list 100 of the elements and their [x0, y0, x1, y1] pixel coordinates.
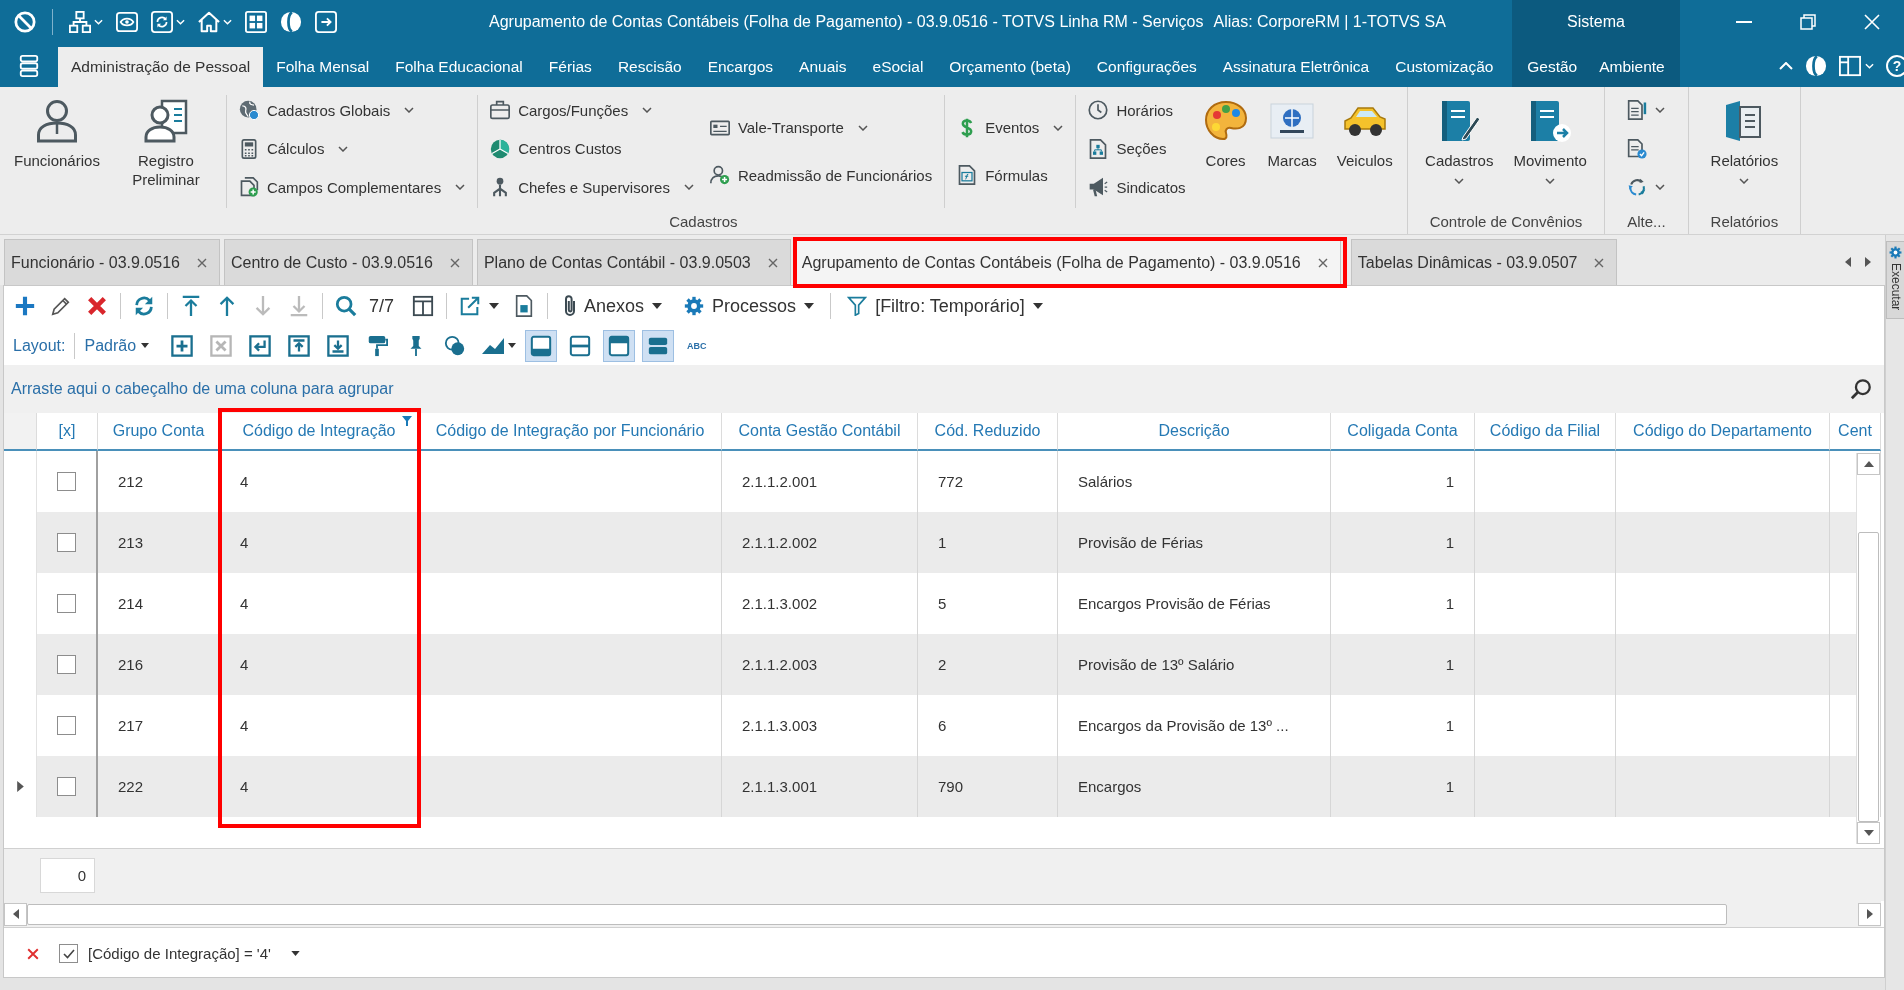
recycle-icon [1627, 177, 1648, 197]
column-header[interactable]: Cent [1830, 413, 1881, 451]
menu-tab[interactable]: Férias [535, 47, 605, 87]
ribbon-button[interactable]: Seções [1085, 133, 1189, 164]
scroll-left-button[interactable] [1845, 257, 1851, 267]
checkbox[interactable] [57, 594, 76, 613]
menu-tab[interactable]: Gestão [1516, 47, 1589, 87]
column-header[interactable]: Código da Filial [1475, 413, 1616, 451]
menu-tab[interactable]: Configurações [1083, 47, 1210, 87]
checkbox[interactable] [57, 777, 76, 796]
ribbon-button[interactable]: Fórmulas [954, 160, 1067, 191]
menu-tab[interactable]: Orçamento (beta) [936, 47, 1084, 87]
column-header[interactable]: Código de Integração por Funcionário [419, 413, 722, 451]
ribbon-button[interactable]: Vale-Transporte [706, 112, 936, 143]
table-cell: 1 [1331, 451, 1475, 512]
checkbox[interactable] [59, 944, 78, 963]
ribbon-button[interactable]: Cadastros Globais [235, 95, 469, 125]
layout-menu[interactable]: Padrão [84, 336, 150, 355]
menu-tab[interactable]: Folha Educacional [382, 47, 536, 87]
toolbar-menu-button[interactable]: Anexos [556, 295, 671, 317]
column-header[interactable]: Código de Integração [220, 413, 419, 451]
view-toggle-button[interactable] [642, 329, 675, 362]
menu-tab[interactable]: Assinatura Eletrônica [1209, 47, 1383, 87]
vertical-scrollbar[interactable] [1856, 453, 1880, 844]
toolbar-menu-button[interactable]: Processos [676, 295, 823, 317]
stack-icon [18, 54, 40, 77]
column-header[interactable]: Coligada Conta [1331, 413, 1475, 451]
ribbon-button[interactable]: Cálculos [235, 133, 469, 164]
column-header[interactable]: Conta Gestão Contábil [722, 413, 918, 451]
help-button[interactable]: ? [1886, 54, 1904, 77]
column-header[interactable]: Descrição [1058, 413, 1331, 451]
checkbox[interactable] [57, 716, 76, 735]
table-cell: 1 [918, 512, 1058, 573]
scroll-right-button[interactable] [1865, 257, 1871, 267]
context-group-label: Sistema [1512, 0, 1680, 44]
layout-button[interactable] [1839, 54, 1874, 77]
ribbon-button[interactable]: Registro Preliminar [114, 95, 217, 208]
collapse-ribbon-button[interactable] [1779, 61, 1793, 70]
view-toggle-button[interactable] [603, 329, 636, 362]
home-icon [198, 11, 220, 33]
document-tab[interactable]: Centro de Custo - 03.9.0516 [224, 239, 473, 285]
document-tab[interactable]: Funcionário - 03.9.0516 [4, 239, 220, 285]
menu-tab[interactable]: Anuais [786, 47, 860, 87]
caret-icon [290, 951, 300, 956]
menu-tab[interactable]: Administração de Pessoal [58, 47, 264, 87]
scroll-thumb[interactable] [27, 903, 1727, 925]
menu-tab[interactable]: Folha Mensal [263, 47, 383, 87]
table-cell: 214 [98, 573, 220, 634]
ribbon-button[interactable]: Chefes e Supervisores [487, 172, 697, 202]
ribbon-button[interactable]: Readmissão de Funcionários [706, 160, 936, 191]
ribbon-button[interactable]: Cores [1198, 95, 1253, 208]
checkbox[interactable] [57, 655, 76, 674]
text-tool-button[interactable]: ABC [681, 340, 713, 351]
document-tab[interactable]: Tabelas Dinâmicas - 03.9.0507 [1350, 239, 1618, 285]
ribbon-button[interactable]: Cargos/Funções [487, 95, 697, 125]
caret-icon [489, 303, 500, 309]
checkbox[interactable] [57, 533, 76, 552]
megaphone-icon [1088, 177, 1109, 197]
ribbon-button[interactable]: Eventos [954, 112, 1067, 143]
document-tab[interactable]: Plano de Contas Contábil - 03.9.0503 [476, 239, 791, 285]
ribbon-button[interactable]: Centros Custos [487, 133, 697, 164]
chevron-up-icon [1779, 61, 1793, 70]
toolbar-menu-button[interactable]: [Filtro: Temporário] [839, 295, 1051, 317]
ribbon-button[interactable]: Marcas [1262, 95, 1322, 208]
chevron-down-icon [338, 145, 349, 152]
ribbon-button[interactable]: Cadastros [1420, 95, 1499, 208]
table-cell: 2.1.1.3.001 [722, 756, 918, 817]
caret-icon [141, 343, 150, 348]
menu-tab[interactable]: Customização [1382, 47, 1507, 87]
table-cell: Encargos [1058, 756, 1331, 817]
column-header[interactable]: Cód. Reduzido [918, 413, 1058, 451]
side-panel-tab[interactable]: Executar [1886, 241, 1904, 320]
ribbon-button[interactable]: Campos Complementares [235, 172, 469, 202]
caret-icon [1032, 303, 1043, 309]
ribbon-button[interactable]: Horários [1085, 95, 1189, 125]
refresh-icon [151, 11, 173, 33]
ribbon-button[interactable]: Relatórios [1705, 95, 1784, 208]
area-chart-icon [480, 336, 505, 355]
table-cell: Salários [1058, 451, 1331, 512]
ribbon-button[interactable]: Sindicatos [1085, 172, 1189, 202]
column-header[interactable]: Grupo Conta [98, 413, 220, 451]
ribbon-button[interactable]: Veiculos [1331, 95, 1398, 208]
scroll-thumb[interactable] [1858, 532, 1879, 822]
caret-icon [1865, 62, 1874, 69]
column-header[interactable]: Código do Departamento [1616, 413, 1830, 451]
checkbox[interactable] [57, 472, 76, 491]
view-toggle-button[interactable] [525, 329, 558, 362]
chevron-down-icon [1545, 178, 1556, 184]
menu-tab[interactable]: Rescisão [604, 47, 695, 87]
ribbon-button[interactable]: Funcionários [9, 95, 105, 208]
menu-tab[interactable]: Encargos [694, 47, 787, 87]
globe-button[interactable] [1805, 54, 1827, 77]
alias-label: Alias: CorporeRM | 1-TOTVS SA [1213, 13, 1446, 31]
cross-icon [27, 947, 39, 960]
search-button[interactable] [1850, 378, 1872, 400]
ribbon-button[interactable]: Movimento [1508, 95, 1592, 208]
horizontal-scrollbar[interactable] [4, 901, 1881, 927]
menu-tab[interactable]: eSocial [859, 47, 937, 87]
column-header[interactable]: [x] [37, 413, 98, 451]
menu-tab[interactable]: Ambiente [1588, 47, 1676, 87]
